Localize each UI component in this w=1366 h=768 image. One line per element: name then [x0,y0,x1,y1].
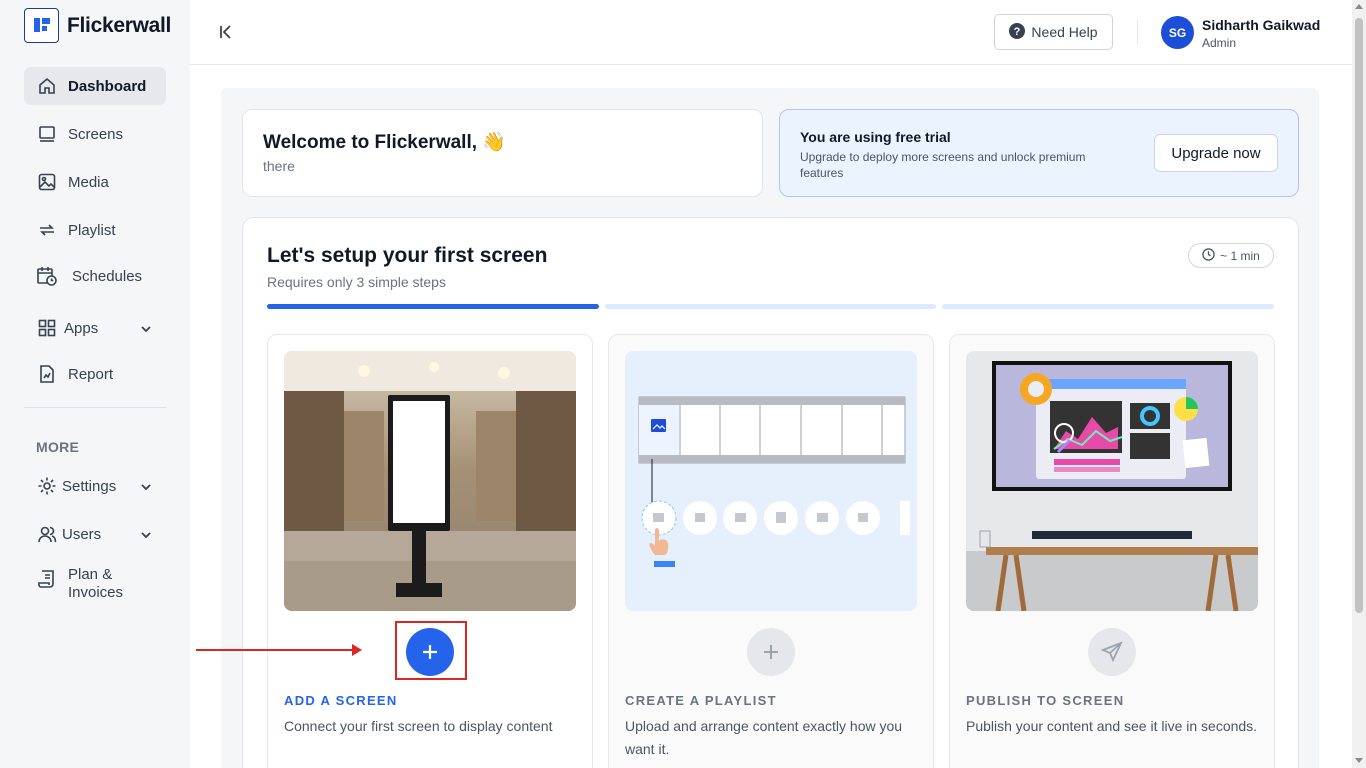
brand-name: Flickerwall [67,13,172,37]
annotation-highlight-box [395,621,467,680]
time-estimate-label: ~ 1 min [1220,248,1260,263]
invoice-icon [36,568,58,590]
collapse-sidebar-icon[interactable] [218,22,238,42]
setup-subtitle: Requires only 3 simple steps [267,274,446,290]
progress-step-3 [942,304,1274,309]
time-estimate-badge: ~ 1 min [1188,243,1274,268]
welcome-card: Welcome to Flickerwall, 👋 there [242,109,763,197]
avatar[interactable]: SG [1161,16,1194,49]
sidebar-item-label: Schedules [72,267,143,285]
report-icon [36,363,58,385]
page-scrollbar[interactable] [1352,0,1366,768]
sidebar-item-media[interactable]: Media [24,163,166,201]
sidebar-item-screens[interactable]: Screens [24,115,166,153]
need-help-label: Need Help [1031,24,1098,40]
chevron-down-icon [140,322,152,340]
sidebar-item-settings[interactable]: Settings [24,467,166,505]
flickerwall-logo-icon [24,8,59,43]
sidebar-item-label: Apps [64,319,99,337]
step-title: CREATE A PLAYLIST [625,693,777,708]
sidebar: Flickerwall Dashboard Screens Media Play… [0,0,190,768]
help-circle-icon: ? [1009,22,1026,42]
scroll-down-icon[interactable] [1355,758,1363,763]
sidebar-item-dashboard[interactable]: Dashboard [24,67,166,105]
calendar-clock-icon [36,265,58,287]
progress-step-1 [267,304,599,309]
step-description: Upload and arrange content exactly how y… [625,718,903,757]
chevron-down-icon [140,528,152,546]
scroll-thumb[interactable] [1355,18,1363,613]
welcome-subtitle: there [263,158,295,174]
need-help-button[interactable]: ? Need Help [994,14,1113,50]
welcome-title: Welcome to Flickerwall, 👋 [263,132,506,153]
publish-to-screen-button[interactable] [1088,628,1136,676]
trial-description: Upgrade to deploy more screens and unloc… [800,150,1086,180]
brand[interactable]: Flickerwall [24,8,171,43]
send-icon [1101,641,1123,663]
sidebar-divider [24,407,166,408]
sidebar-item-label: Plan & Invoices [68,566,124,601]
tv-publish-image [966,351,1258,611]
annotation-arrow [196,649,356,651]
more-section-label: MORE [36,439,80,455]
sidebar-item-apps[interactable]: Apps [24,309,166,347]
user-name[interactable]: Sidharth Gaikwad [1202,17,1320,33]
plus-icon [764,645,778,659]
progress-step-2 [605,304,936,309]
svg-text:?: ? [1014,26,1021,38]
sidebar-item-report[interactable]: Report [24,355,166,393]
step-description: Publish your content and see it live in … [966,718,1258,734]
top-bar: ? Need Help SG Sidharth Gaikwad Admin [190,0,1352,65]
step-card-create-playlist: CREATE A PLAYLIST Upload and arrange con… [608,334,934,768]
sidebar-item-playlist[interactable]: Playlist [24,211,166,249]
sidebar-item-schedules[interactable]: Schedules [24,257,166,295]
sidebar-item-label: Settings [62,477,117,495]
sidebar-item-label: Media [68,173,109,191]
sidebar-item-label: Screens [68,125,124,143]
screens-icon [36,123,58,145]
step-title: PUBLISH TO SCREEN [966,693,1125,708]
upgrade-now-button[interactable]: Upgrade now [1154,134,1278,172]
step-card-add-screen: ADD A SCREEN Connect your first screen t… [267,334,593,768]
clock-icon [1202,247,1215,264]
sidebar-item-plan-invoices[interactable]: Plan & Invoices [24,566,166,608]
step-description: Connect your first screen to display con… [284,718,553,734]
users-icon [36,523,58,545]
gear-icon [36,475,58,497]
image-icon [36,171,58,193]
sidebar-item-label: Playlist [68,221,116,239]
setup-title: Let's setup your first screen [267,244,548,267]
create-playlist-button[interactable] [747,628,795,676]
grid-icon [36,317,58,339]
step-card-publish: PUBLISH TO SCREEN Publish your content a… [949,334,1275,768]
playlist-illustration [625,351,917,611]
topbar-divider [1137,20,1138,44]
chevron-down-icon [140,480,152,498]
annotation-arrow-head [352,644,362,656]
free-trial-card: You are using free trial Upgrade to depl… [779,109,1299,197]
sidebar-item-label: Report [68,365,114,383]
sidebar-item-label: Users [62,525,102,543]
home-icon [36,75,58,97]
kiosk-mall-image [284,351,576,611]
setup-card: Let's setup your first screen Requires o… [242,217,1299,768]
repeat-icon [36,219,58,241]
trial-title: You are using free trial [800,129,951,145]
scroll-up-icon[interactable] [1355,4,1363,9]
step-title: ADD A SCREEN [284,693,398,708]
sidebar-item-label: Dashboard [68,77,147,95]
user-role: Admin [1202,36,1237,50]
sidebar-item-users[interactable]: Users [24,515,166,553]
